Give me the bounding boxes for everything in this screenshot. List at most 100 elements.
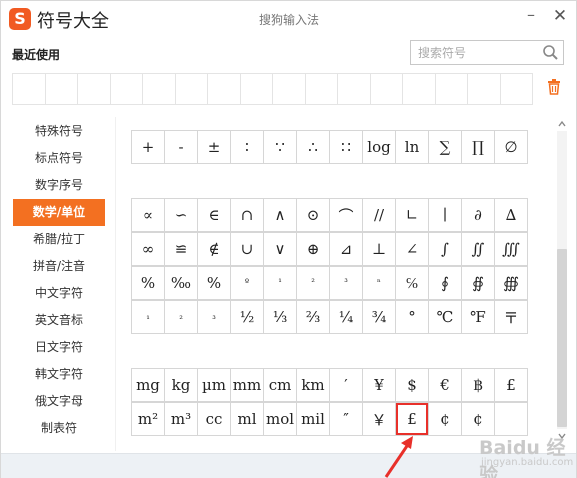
symbol-cell[interactable]: € — [428, 368, 462, 402]
symbol-cell[interactable]: ⅔ — [296, 300, 330, 334]
symbol-cell[interactable]: ∪ — [230, 232, 264, 266]
symbol-cell[interactable]: ∯ — [461, 266, 495, 300]
symbol-cell[interactable]: // — [362, 198, 396, 232]
symbol-cell[interactable]: ￥ — [362, 402, 396, 436]
sidebar-item[interactable]: 拼音/注音 — [13, 253, 105, 280]
symbol-cell[interactable]: ∣ — [428, 198, 462, 232]
symbol-cell[interactable]: £ — [494, 368, 528, 402]
symbol-cell[interactable]: ⊿ — [329, 232, 363, 266]
symbol-cell[interactable]: m³ — [164, 402, 198, 436]
symbol-cell[interactable]: ⁿ — [362, 266, 396, 300]
symbol-cell[interactable]: ° — [395, 300, 429, 334]
symbol-cell[interactable]: ∅ — [494, 130, 528, 164]
sidebar-item[interactable]: 希腊/拉丁 — [13, 226, 105, 253]
symbol-cell[interactable]: m² — [131, 402, 165, 436]
scroll-up-arrow-icon[interactable] — [557, 119, 567, 129]
symbol-cell[interactable]: ∈ — [197, 198, 231, 232]
symbol-cell[interactable]: ⊕ — [296, 232, 330, 266]
symbol-cell[interactable]: ₂ — [164, 300, 198, 334]
recent-symbol-cell[interactable] — [402, 73, 436, 105]
symbol-cell[interactable]: kg — [164, 368, 198, 402]
symbol-cell[interactable]: ≌ — [164, 232, 198, 266]
sidebar-item[interactable]: 日文字符 — [13, 334, 105, 361]
sidebar-item[interactable]: 特殊符号 — [13, 118, 105, 145]
symbol-cell[interactable]: ‰ — [164, 266, 198, 300]
symbol-cell[interactable]: ∴ — [296, 130, 330, 164]
symbol-cell[interactable]: ² — [296, 266, 330, 300]
symbol-cell[interactable]: ∝ — [131, 198, 165, 232]
symbol-cell[interactable]: ∭ — [494, 232, 528, 266]
symbol-cell[interactable]: mg — [131, 368, 165, 402]
recent-symbol-cell[interactable] — [44, 73, 78, 105]
recent-symbol-cell[interactable] — [467, 73, 501, 105]
recent-symbol-cell[interactable] — [499, 73, 533, 105]
sidebar-item[interactable]: 韩文字符 — [13, 361, 105, 388]
sidebar-item[interactable]: 数学/单位 — [13, 199, 105, 226]
symbol-cell[interactable]: ∶ — [230, 130, 264, 164]
symbol-cell[interactable]: ∰ — [494, 266, 528, 300]
symbol-cell[interactable]: ∞ — [131, 232, 165, 266]
symbol-cell[interactable]: cc — [197, 402, 231, 436]
symbol-cell[interactable]: cm — [263, 368, 297, 402]
symbol-cell[interactable]: log — [362, 130, 396, 164]
recent-symbol-cell[interactable] — [207, 73, 241, 105]
recent-symbol-cell[interactable] — [239, 73, 273, 105]
symbol-cell[interactable]: ± — [197, 130, 231, 164]
symbol-cell[interactable]: ⅓ — [263, 300, 297, 334]
symbol-cell[interactable]: ′ — [329, 368, 363, 402]
recent-symbol-cell[interactable] — [77, 73, 111, 105]
trash-icon[interactable] — [547, 79, 561, 95]
symbol-cell[interactable]: ¹ — [263, 266, 297, 300]
sidebar-item[interactable]: 标点符号 — [13, 145, 105, 172]
symbol-cell[interactable]: º — [230, 266, 264, 300]
symbol-cell[interactable]: ℉ — [461, 300, 495, 334]
close-button[interactable]: ✕ — [551, 7, 569, 25]
recent-symbol-cell[interactable] — [272, 73, 306, 105]
search-input[interactable] — [411, 41, 531, 64]
symbol-cell[interactable]: ∬ — [461, 232, 495, 266]
symbol-cell[interactable]: ₃ — [197, 300, 231, 334]
symbol-cell[interactable]: ∠ — [395, 232, 429, 266]
symbol-cell[interactable]: ¢ — [428, 402, 462, 436]
symbol-cell[interactable]: 〒 — [494, 300, 528, 334]
symbol-cell[interactable]: ¾ — [362, 300, 396, 334]
symbol-cell[interactable]: ∫ — [428, 232, 462, 266]
symbol-cell[interactable]: + — [131, 130, 165, 164]
symbol-cell[interactable]: £ — [395, 402, 429, 436]
symbol-cell[interactable]: ∷ — [329, 130, 363, 164]
symbol-cell[interactable]: ∏ — [461, 130, 495, 164]
symbol-cell[interactable]: ∽ — [164, 198, 198, 232]
symbol-cell[interactable]: km — [296, 368, 330, 402]
symbol-cell[interactable]: ⌒ — [329, 198, 363, 232]
symbol-cell[interactable]: ∩ — [230, 198, 264, 232]
symbol-cell[interactable]: % — [197, 266, 231, 300]
symbol-cell[interactable]: $ — [395, 368, 429, 402]
symbol-cell[interactable]: ln — [395, 130, 429, 164]
title-bar[interactable]: S 符号大全 搜狗输入法 – ✕ — [1, 1, 576, 37]
symbol-cell[interactable]: ″ — [329, 402, 363, 436]
symbol-cell[interactable]: ³ — [329, 266, 363, 300]
recent-symbol-cell[interactable] — [12, 73, 46, 105]
symbol-cell[interactable]: mm — [230, 368, 264, 402]
search-icon[interactable] — [542, 44, 559, 61]
recent-symbol-cell[interactable] — [142, 73, 176, 105]
scrollbar-thumb[interactable] — [557, 249, 567, 427]
symbol-cell[interactable] — [494, 402, 528, 436]
symbol-cell[interactable]: ∉ — [197, 232, 231, 266]
symbol-cell[interactable]: ½ — [230, 300, 264, 334]
recent-symbol-cell[interactable] — [369, 73, 403, 105]
symbol-cell[interactable]: ∵ — [263, 130, 297, 164]
symbol-cell[interactable]: ⊙ — [296, 198, 330, 232]
minimize-button[interactable]: – — [523, 7, 539, 24]
sidebar-item[interactable]: 俄文字母 — [13, 388, 105, 415]
symbol-cell[interactable]: ∮ — [428, 266, 462, 300]
symbol-cell[interactable]: ¼ — [329, 300, 363, 334]
symbol-cell[interactable]: ℅ — [395, 266, 429, 300]
symbol-cell[interactable]: ml — [230, 402, 264, 436]
symbol-cell[interactable]: - — [164, 130, 198, 164]
symbol-cell[interactable]: µm — [197, 368, 231, 402]
search-box[interactable] — [410, 40, 564, 65]
sidebar-item[interactable]: 制表符 — [13, 415, 105, 442]
symbol-cell[interactable]: ¢ — [461, 402, 495, 436]
symbol-cell[interactable]: ⊥ — [362, 232, 396, 266]
